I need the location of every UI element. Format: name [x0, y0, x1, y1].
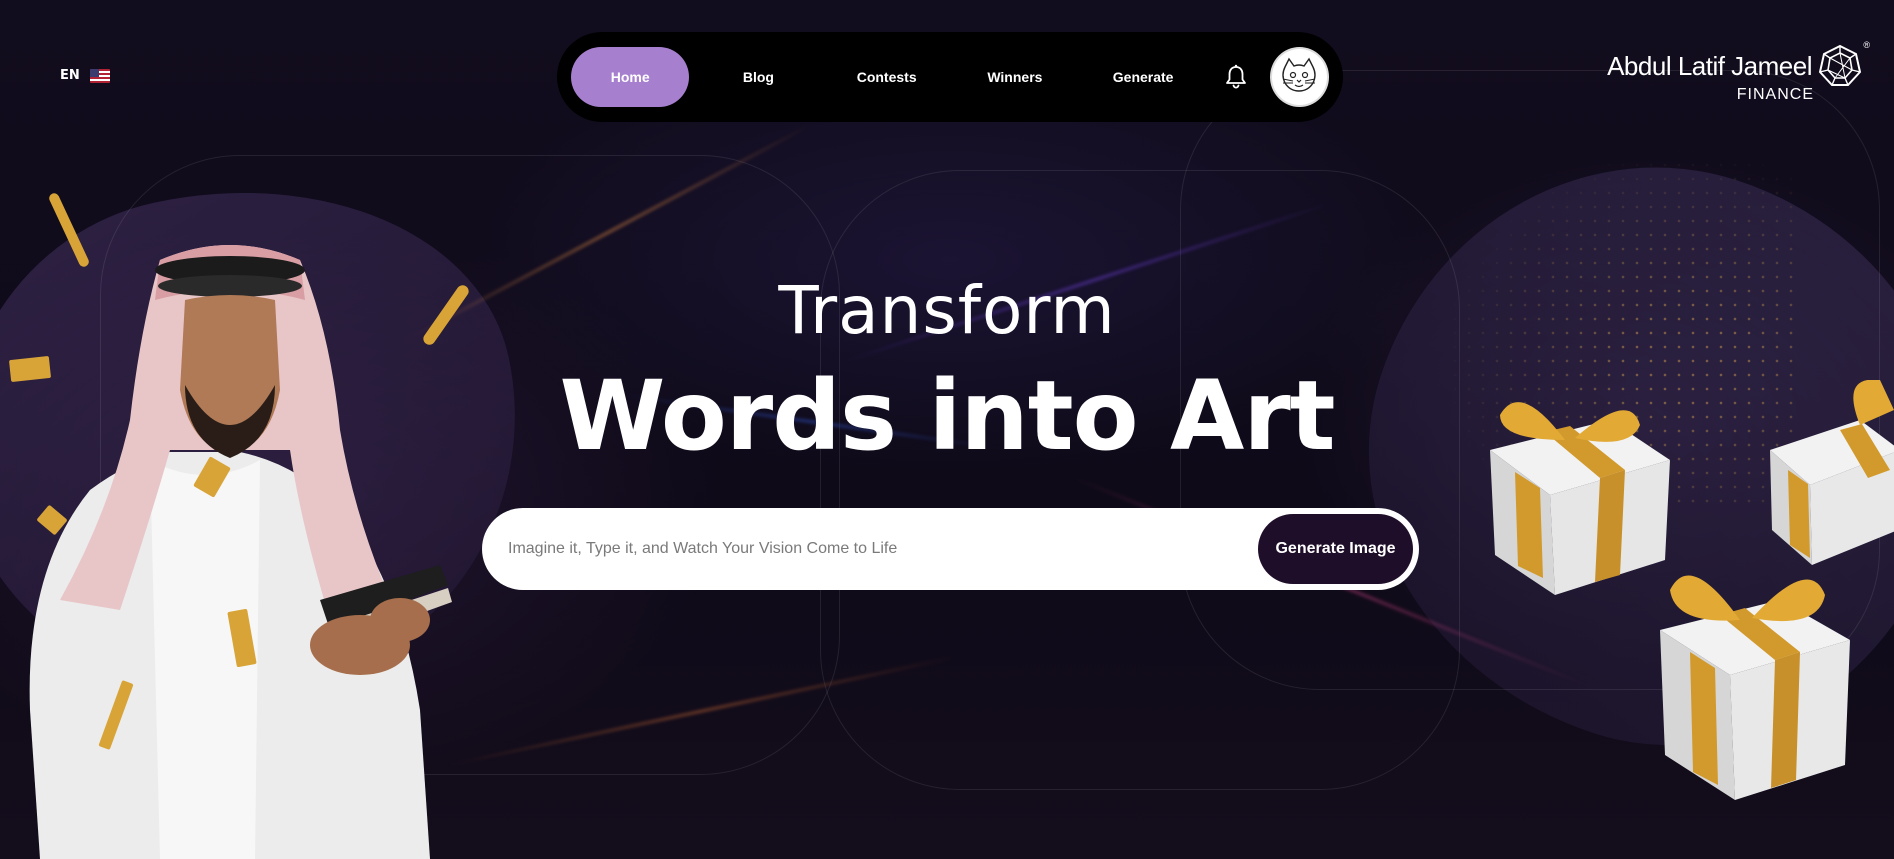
prompt-input[interactable]: [508, 540, 1258, 558]
brand-logo[interactable]: Abdul Latif Jameel ® FINANCE: [1607, 40, 1870, 104]
language-selector[interactable]: EN: [60, 68, 110, 83]
cat-avatar-icon[interactable]: [1269, 47, 1329, 107]
bell-icon[interactable]: [1216, 57, 1255, 97]
language-code: EN: [60, 68, 80, 83]
nav-home[interactable]: Home: [571, 47, 690, 107]
gift-box-icon: [1750, 379, 1894, 584]
us-flag-icon: [89, 68, 110, 83]
brand-subtitle: FINANCE: [1736, 86, 1814, 103]
nav-generate[interactable]: Generate: [1084, 47, 1202, 107]
nav-contests[interactable]: Contests: [827, 47, 945, 107]
hero-title-line1: Transform: [778, 272, 1116, 349]
prompt-bar: Generate Image: [482, 508, 1419, 590]
generate-image-button[interactable]: Generate Image: [1258, 514, 1413, 584]
main-nav: Home Blog Contests Winners Generate: [557, 32, 1343, 122]
brand-name: Abdul Latif Jameel: [1607, 50, 1812, 81]
nav-winners[interactable]: Winners: [946, 47, 1084, 107]
brand-emblem-icon: ®: [1818, 40, 1870, 88]
registered-mark: ®: [1863, 40, 1870, 50]
nav-blog[interactable]: Blog: [689, 47, 827, 107]
